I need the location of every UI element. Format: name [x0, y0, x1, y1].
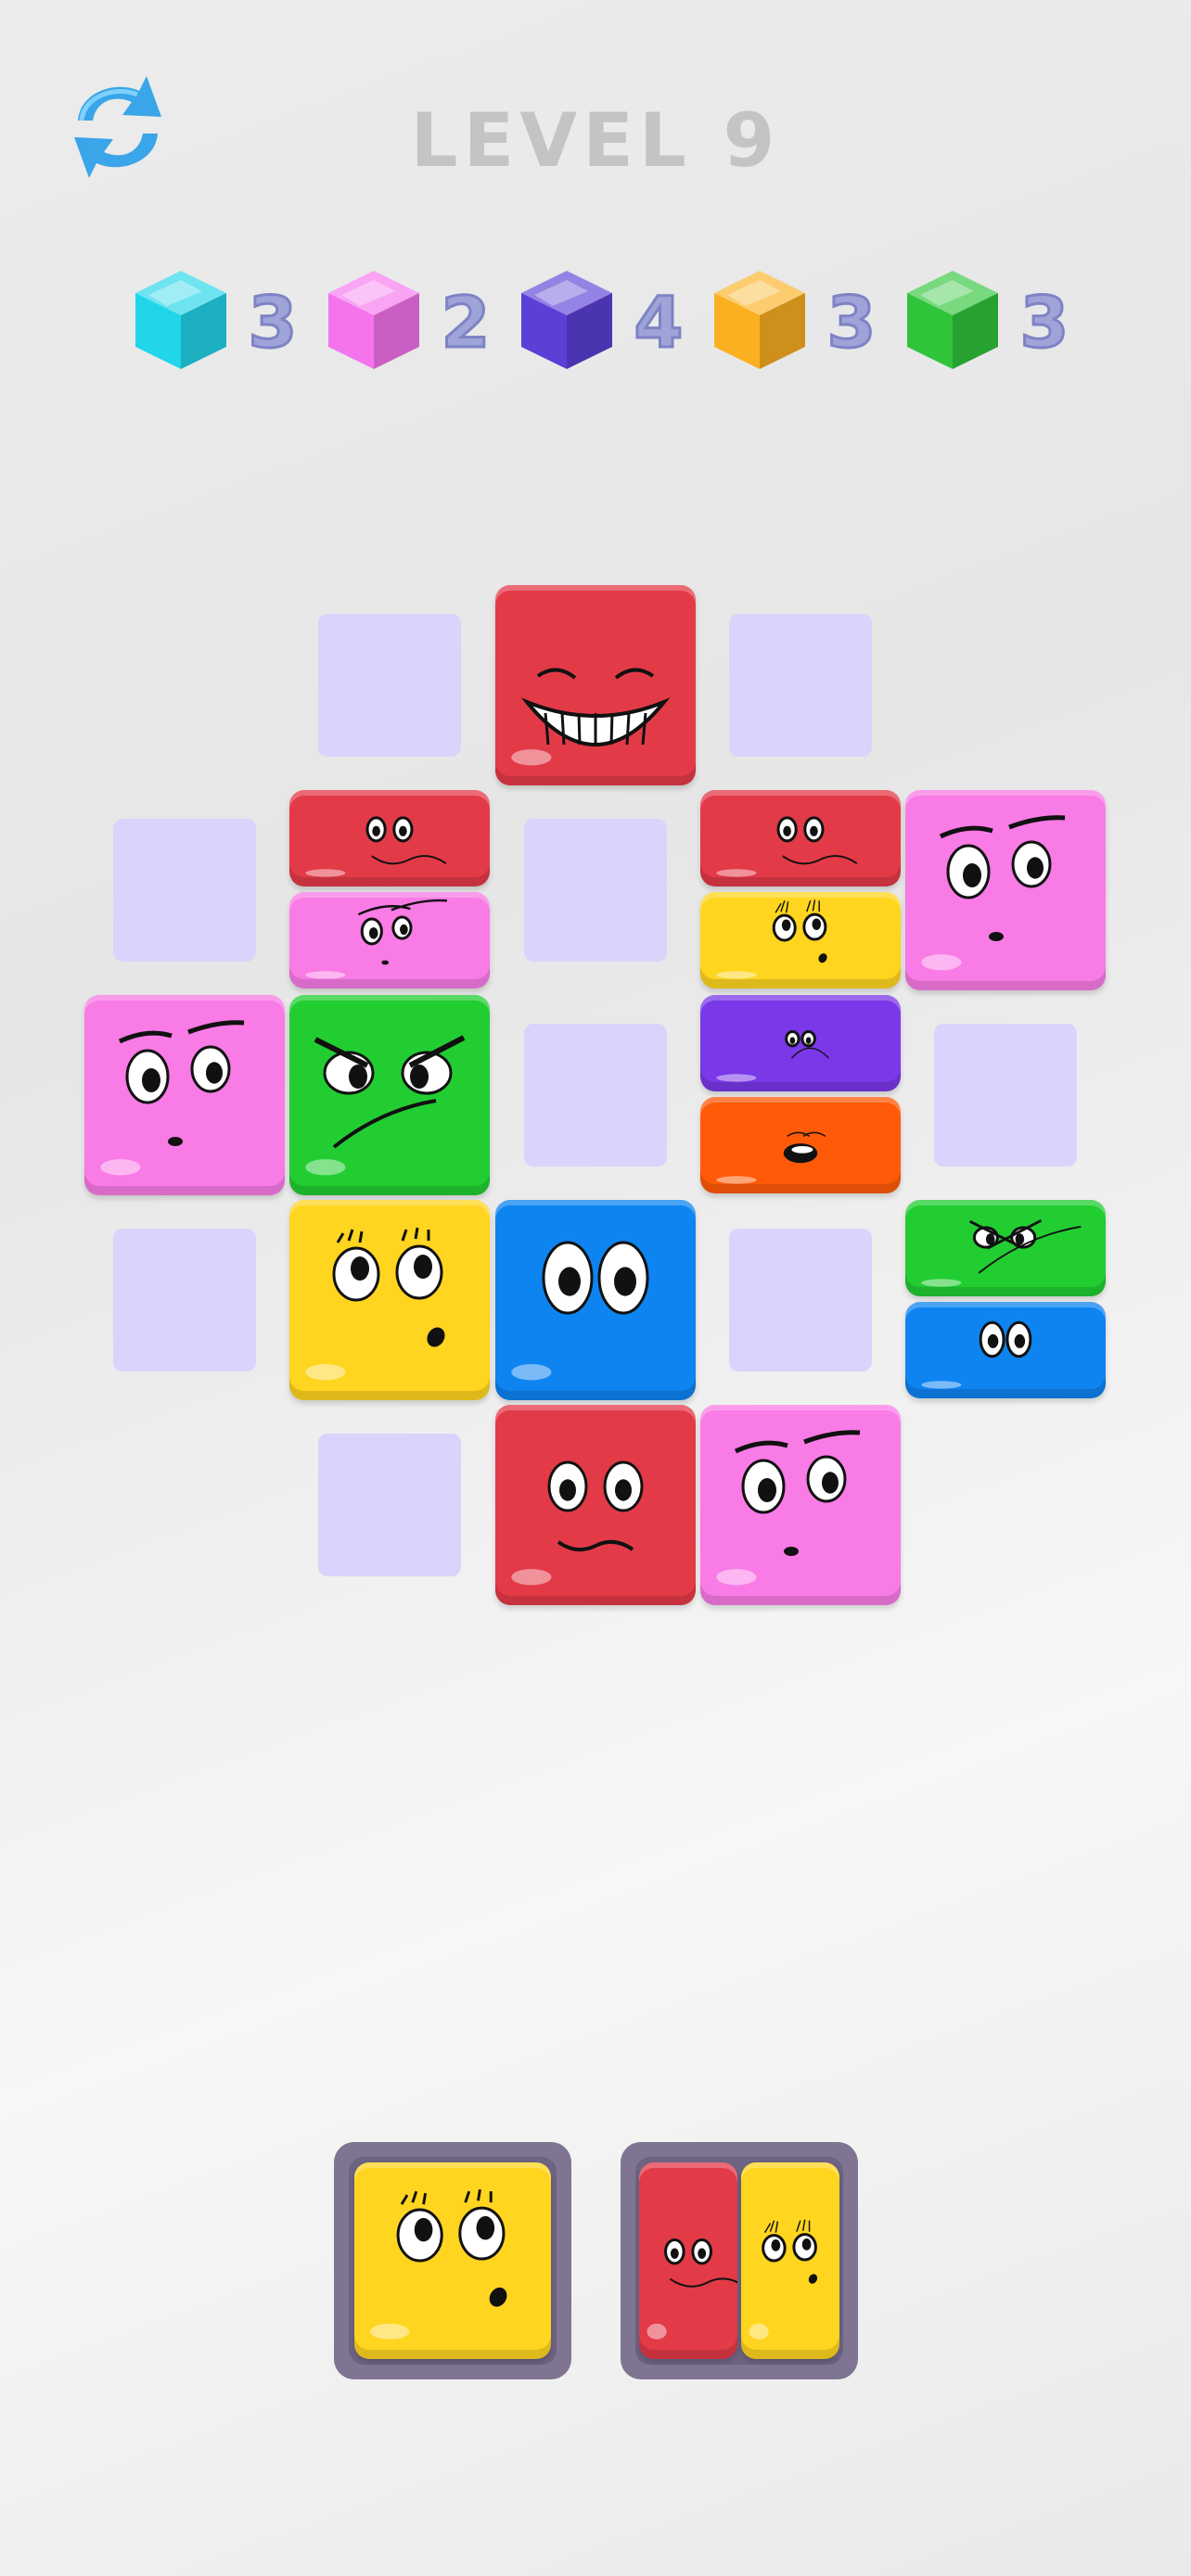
piece-tray-2[interactable]: [621, 2142, 858, 2379]
face-icon: [716, 816, 858, 877]
face-icon: [100, 1020, 245, 1176]
tile-red-small[interactable]: [700, 790, 901, 886]
face-icon: [369, 2188, 507, 2340]
empty-slot[interactable]: [524, 1024, 667, 1167]
face-icon: [716, 1430, 861, 1586]
tile-pink-small[interactable]: [289, 892, 490, 988]
face-icon: [716, 1131, 826, 1184]
tile-pink[interactable]: [84, 995, 285, 1195]
tile-blue-small[interactable]: [905, 1302, 1106, 1398]
face-icon: [511, 1460, 644, 1586]
face-icon: [716, 899, 827, 979]
tile-orange-small[interactable]: [700, 1097, 901, 1193]
tile-purple-small[interactable]: [700, 995, 901, 1091]
face-icon: [921, 1320, 1032, 1389]
tile-red[interactable]: [495, 1405, 696, 1605]
face-icon: [749, 2219, 818, 2340]
tile-green-angry[interactable]: [289, 995, 490, 1195]
empty-slot[interactable]: [113, 819, 256, 962]
tile-red-small[interactable]: [289, 790, 490, 886]
face-icon: [647, 2238, 737, 2340]
face-icon: [305, 1035, 466, 1176]
tile-pink[interactable]: [700, 1405, 901, 1605]
tile-pink[interactable]: [905, 790, 1106, 990]
face-icon: [305, 1227, 445, 1381]
empty-slot[interactable]: [113, 1229, 256, 1371]
tile-red-grin[interactable]: [495, 585, 696, 785]
game-board: [0, 0, 1191, 2576]
empty-slot[interactable]: [934, 1024, 1077, 1167]
face-icon: [921, 815, 1066, 971]
tray-piece-yellow[interactable]: [741, 2162, 839, 2359]
tray-piece-red[interactable]: [639, 2162, 737, 2359]
face-icon: [305, 816, 447, 877]
empty-slot[interactable]: [318, 614, 461, 757]
tile-yellow[interactable]: [289, 1200, 490, 1400]
empty-slot[interactable]: [729, 614, 872, 757]
tile-green-small[interactable]: [905, 1200, 1106, 1296]
face-icon: [511, 1241, 649, 1381]
piece-tray-1[interactable]: [334, 2142, 571, 2379]
face-icon: [716, 1030, 829, 1082]
empty-slot[interactable]: [729, 1229, 872, 1371]
tile-yellow-small[interactable]: [700, 892, 901, 988]
face-icon: [511, 668, 671, 766]
face-icon: [305, 899, 448, 979]
tray-piece-yellow[interactable]: [354, 2162, 551, 2359]
face-icon: [921, 1218, 1082, 1287]
empty-slot[interactable]: [524, 819, 667, 962]
empty-slot[interactable]: [318, 1434, 461, 1576]
tile-blue[interactable]: [495, 1200, 696, 1400]
